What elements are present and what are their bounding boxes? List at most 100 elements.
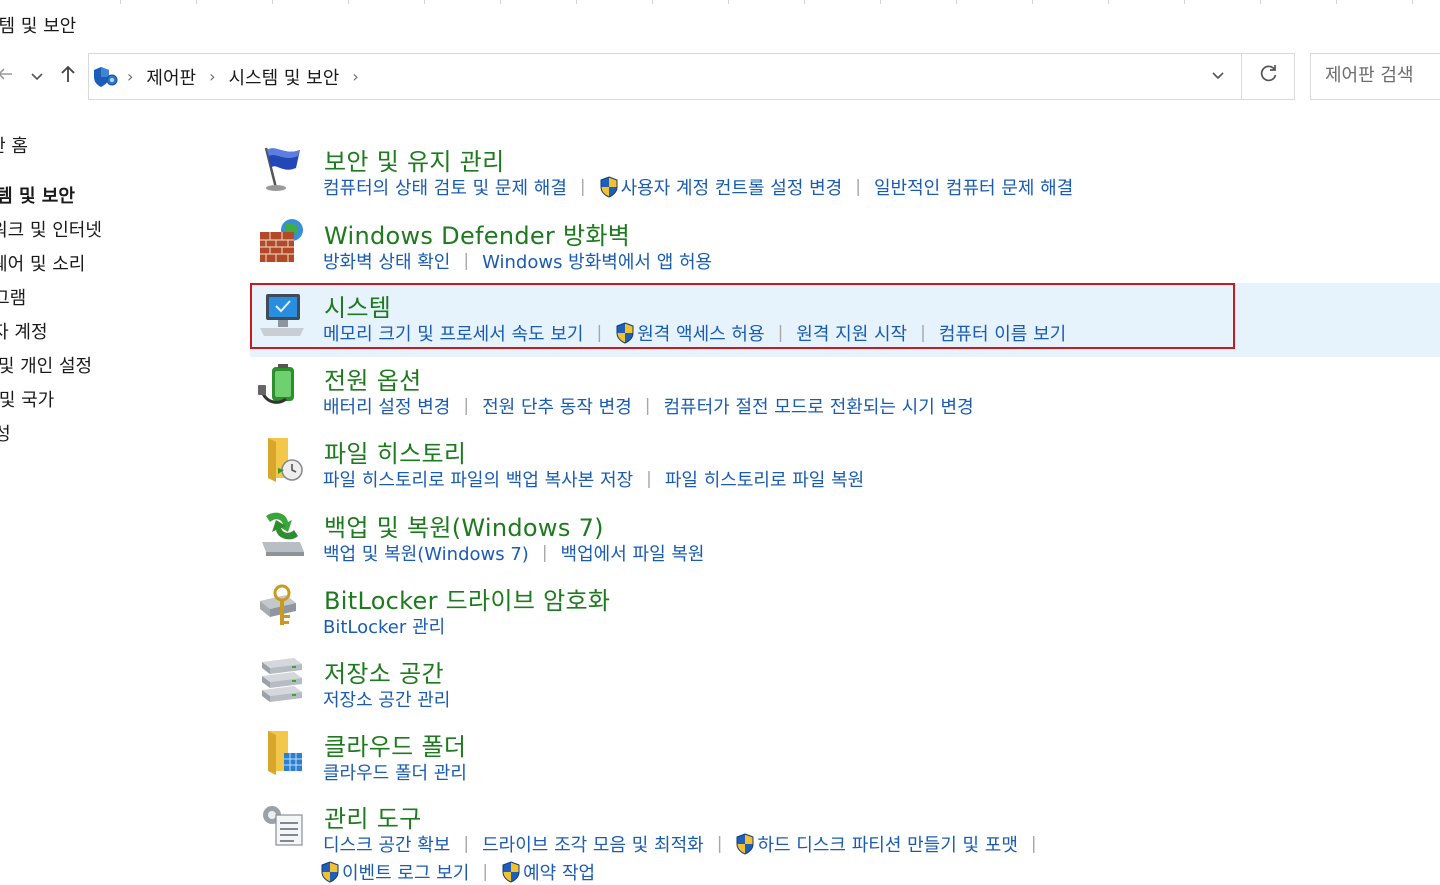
- link-manage-storage[interactable]: 저장소 공간 관리: [323, 686, 450, 712]
- refresh-icon[interactable]: [1254, 63, 1284, 91]
- divider: |: [463, 396, 470, 416]
- divider: [1241, 54, 1242, 99]
- admin-tools-icon[interactable]: [256, 799, 308, 851]
- sidebar-item-programs[interactable]: 프로그램: [0, 284, 26, 310]
- uac-shield-icon: [735, 833, 755, 855]
- link-restore-from-backup[interactable]: 백업에서 파일 복원: [561, 540, 705, 566]
- category-links: BitLocker 관리: [323, 613, 445, 639]
- divider: |: [482, 862, 489, 882]
- category-title[interactable]: 보안 및 유지 관리: [324, 142, 504, 177]
- link-text: 사용자 계정 컨트롤 설정 변경: [620, 178, 843, 199]
- divider: |: [596, 323, 603, 343]
- link-remote-assistance[interactable]: 원격 지원 시작: [796, 320, 907, 346]
- divider: |: [1030, 834, 1037, 854]
- category-title[interactable]: 파일 히스토리: [324, 434, 466, 469]
- flag-icon[interactable]: [256, 142, 308, 194]
- backup-icon[interactable]: [256, 508, 308, 560]
- category-title[interactable]: 백업 및 복원(Windows 7): [324, 508, 604, 543]
- link-battery-settings[interactable]: 배터리 설정 변경: [323, 393, 450, 419]
- control-panel-icon: [93, 65, 119, 89]
- uac-shield-icon: [599, 176, 619, 198]
- sidebar-item-network[interactable]: 네트워크 및 인터넷: [0, 216, 102, 242]
- storage-spaces-icon[interactable]: [256, 654, 308, 706]
- up-arrow-icon[interactable]: [55, 64, 81, 92]
- breadcrumb-separator-icon[interactable]: ›: [127, 67, 133, 86]
- link-restore-files[interactable]: 파일 히스토리로 파일 복원: [665, 466, 864, 492]
- bitlocker-key-icon[interactable]: [256, 581, 308, 633]
- address-bar[interactable]: › 제어판 › 시스템 및 보안 ›: [88, 53, 1295, 100]
- search-input[interactable]: [1323, 64, 1440, 87]
- cloud-folder-icon[interactable]: [256, 727, 308, 779]
- category-links: 백업 및 복원(Windows 7) | 백업에서 파일 복원: [323, 540, 704, 566]
- sidebar-item-appearance[interactable]: 모양 및 개인 설정: [0, 352, 92, 378]
- uac-shield-icon: [501, 861, 521, 883]
- category-links: 파일 히스토리로 파일의 백업 복사본 저장 | 파일 히스토리로 파일 복원: [323, 466, 864, 492]
- divider: |: [855, 177, 861, 197]
- link-power-button[interactable]: 전원 단추 동작 변경: [482, 393, 632, 419]
- breadcrumb-separator-icon[interactable]: ›: [352, 67, 358, 86]
- category-title[interactable]: 클라우드 폴더: [324, 727, 466, 762]
- computer-icon[interactable]: [256, 288, 308, 340]
- link-review-status[interactable]: 컴퓨터의 상태 검토 및 문제 해결: [323, 174, 567, 200]
- sidebar-item-control-panel-home[interactable]: 제어판 홈: [0, 132, 28, 158]
- uac-shield-icon: [615, 322, 635, 344]
- link-sleep-timing[interactable]: 컴퓨터가 절전 모드로 전환되는 시기 변경: [664, 393, 974, 419]
- sidebar-item-user-accounts[interactable]: 사용자 계정: [0, 318, 48, 344]
- category-links-second-row: 이벤트 로그 보기 | 예약 작업: [320, 859, 595, 885]
- link-troubleshoot[interactable]: 일반적인 컴퓨터 문제 해결: [874, 174, 1073, 200]
- category-links: 컴퓨터의 상태 검토 및 문제 해결 | 사용자 계정 컨트롤 설정 변경 | …: [323, 174, 1073, 200]
- sidebar-item-system-security[interactable]: 시스템 및 보안: [0, 182, 75, 208]
- divider: |: [644, 396, 651, 416]
- category-links: 메모리 크기 및 프로세서 속도 보기 | 원격 액세스 허용 | 원격 지원 …: [323, 320, 1066, 346]
- link-uac-settings[interactable]: 사용자 계정 컨트롤 설정 변경: [599, 174, 843, 200]
- file-history-icon[interactable]: [256, 434, 308, 486]
- battery-icon[interactable]: [256, 361, 308, 413]
- link-manage-bitlocker[interactable]: BitLocker 관리: [323, 613, 445, 639]
- link-remote-access[interactable]: 원격 액세스 허용: [615, 320, 765, 346]
- firewall-icon[interactable]: [256, 216, 308, 268]
- window-title: 스템 및 보안: [0, 16, 77, 37]
- link-defragment[interactable]: 드라이브 조각 모음 및 최적화: [482, 831, 704, 857]
- link-text: 원격 액세스 허용: [637, 324, 765, 345]
- back-arrow-icon[interactable]: [0, 64, 18, 92]
- sidebar-item-ease-of-access[interactable]: 접근성: [0, 420, 11, 446]
- category-title[interactable]: Windows Defender 방화벽: [324, 216, 630, 251]
- link-partition-format[interactable]: 하드 디스크 파티션 만들기 및 포맷: [735, 831, 1018, 857]
- category-title[interactable]: 관리 도구: [324, 799, 421, 834]
- divider: |: [579, 177, 586, 197]
- category-links: 디스크 공간 확보 | 드라이브 조각 모음 및 최적화 | 하드 디스크 파티…: [323, 831, 1050, 857]
- category-links: 배터리 설정 변경 | 전원 단추 동작 변경 | 컴퓨터가 절전 모드로 전환…: [323, 393, 974, 419]
- uac-shield-icon: [320, 861, 340, 883]
- link-text: 하드 디스크 파티션 만들기 및 포맷: [757, 835, 1018, 856]
- link-event-logs[interactable]: 이벤트 로그 보기: [320, 859, 469, 885]
- divider: |: [541, 543, 548, 563]
- sidebar-item-hardware-sound[interactable]: 하드웨어 및 소리: [0, 250, 85, 276]
- ribbon-edge: [0, 0, 1440, 4]
- divider: |: [920, 323, 926, 343]
- link-memory-processor[interactable]: 메모리 크기 및 프로세서 속도 보기: [323, 320, 583, 346]
- divider: |: [463, 251, 470, 271]
- link-manage-work-folders[interactable]: 클라우드 폴더 관리: [323, 759, 467, 785]
- category-title[interactable]: BitLocker 드라이브 암호화: [324, 581, 610, 616]
- address-history-chevron-down-icon[interactable]: [1204, 64, 1232, 90]
- breadcrumb-system-security[interactable]: 시스템 및 보안: [229, 64, 340, 90]
- link-firewall-status[interactable]: 방화벽 상태 확인: [323, 248, 450, 274]
- breadcrumb: › 제어판 › 시스템 및 보안 ›: [121, 54, 372, 99]
- search-box[interactable]: [1310, 53, 1440, 100]
- divider: |: [716, 834, 723, 854]
- category-title[interactable]: 전원 옵션: [324, 361, 421, 396]
- sidebar-item-clock-region[interactable]: 시계 및 국가: [0, 386, 54, 412]
- breadcrumb-control-panel[interactable]: 제어판: [146, 64, 196, 90]
- link-backup-copies[interactable]: 파일 히스토리로 파일의 백업 복사본 저장: [323, 466, 633, 492]
- recent-locations-chevron-down-icon[interactable]: [24, 64, 50, 92]
- category-title[interactable]: 시스템: [324, 288, 391, 323]
- link-backup-restore[interactable]: 백업 및 복원(Windows 7): [323, 540, 529, 566]
- link-free-disk-space[interactable]: 디스크 공간 확보: [323, 831, 450, 857]
- category-title[interactable]: 저장소 공간: [324, 654, 444, 689]
- breadcrumb-separator-icon[interactable]: ›: [209, 67, 215, 86]
- category-links: 클라우드 폴더 관리: [323, 759, 467, 785]
- link-scheduled-tasks[interactable]: 예약 작업: [501, 859, 595, 885]
- link-computer-name[interactable]: 컴퓨터 이름 보기: [939, 320, 1066, 346]
- divider: |: [777, 323, 784, 343]
- link-allow-app[interactable]: Windows 방화벽에서 앱 허용: [482, 248, 712, 274]
